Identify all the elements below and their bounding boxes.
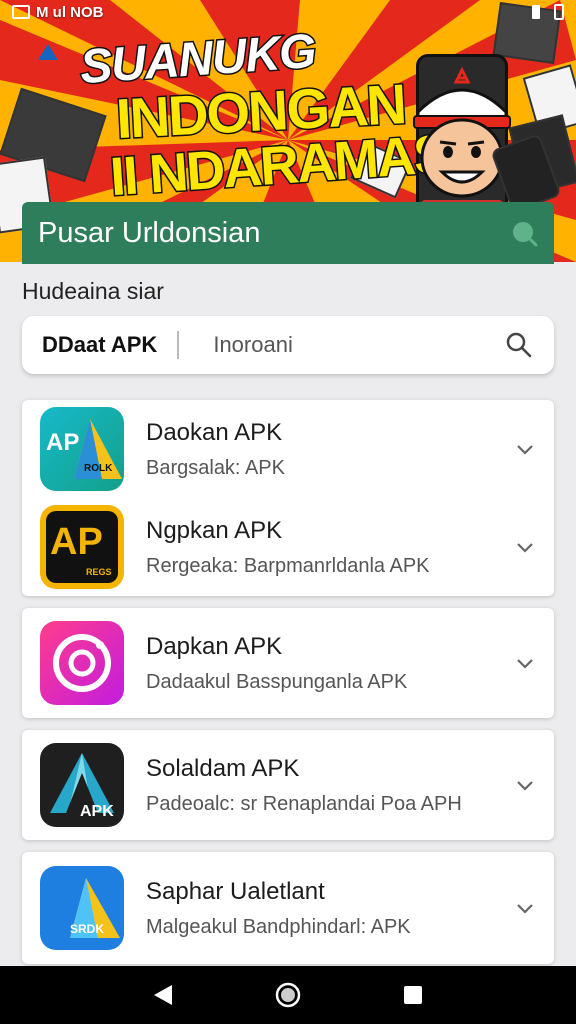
search-category-selector[interactable]: DDaat APK (42, 331, 180, 359)
app-icon-text: AP (46, 429, 80, 456)
app-icon: APK (40, 743, 124, 827)
chevron-down-icon[interactable] (514, 536, 536, 558)
chevron-down-icon[interactable] (514, 897, 536, 919)
recents-button[interactable] (398, 980, 428, 1010)
battery-icon (554, 4, 564, 20)
mascot-character (410, 66, 514, 210)
home-button[interactable] (273, 980, 303, 1010)
app-description: Padeoalc: sr Renaplandai Poa APH (146, 792, 462, 815)
app-list-item[interactable]: Dapkan APK Dadaakul Basspunganla APK (22, 608, 554, 718)
signal-icon (532, 5, 540, 19)
app-icon: SRDK (40, 866, 124, 950)
home-icon (275, 982, 301, 1008)
section-label: Hudeaina siar (22, 278, 164, 304)
app-icon-subtext: REGS (86, 567, 112, 577)
app-description: Dadaakul Basspunganla APK (146, 670, 408, 693)
app-icon-text: APK (80, 803, 114, 820)
app-list-item[interactable]: APK Solaldam APK Padeoalc: sr Renaplanda… (22, 730, 554, 840)
app-icon-text: AP (50, 521, 103, 563)
status-bar: M ul NOB (0, 0, 576, 24)
app-list-item[interactable]: AP REGS Ngpkan APK Rergeaka: Barpmanrlda… (22, 498, 554, 596)
app-name: Dapkan APK (146, 632, 283, 660)
back-icon (153, 985, 172, 1005)
recents-icon (404, 986, 423, 1004)
app-header: Pusar Urldonsian (22, 202, 554, 264)
app-name: Saphar Ualetlant (146, 877, 325, 905)
back-button[interactable] (148, 980, 178, 1010)
app-description: Bargsalak: APK (146, 456, 285, 479)
notification-icon (12, 5, 30, 19)
apk-logo-icon (70, 878, 120, 938)
app-list-item[interactable]: AP ROLK Daokan APK Bargsalak: APK (22, 400, 554, 498)
page-title: Pusar Urldonsian (38, 216, 261, 249)
system-nav-bar (0, 966, 576, 1024)
app-list-item[interactable]: SRDK Saphar Ualetlant Malgeakul Bandphin… (22, 852, 554, 964)
chevron-down-icon[interactable] (514, 652, 536, 674)
search-icon[interactable] (510, 219, 538, 247)
search-input[interactable] (213, 332, 474, 358)
app-icon-text: SRDK (70, 922, 105, 936)
app-description: Rergeaka: Barpmanrldanla APK (146, 554, 430, 577)
app-icon-subtext: ROLK (84, 463, 113, 474)
app-name: Daokan APK (146, 418, 283, 446)
app-icon: AP REGS (40, 505, 124, 589)
app-card: Dapkan APK Dadaakul Basspunganla APK (22, 608, 554, 718)
search-bar[interactable]: DDaat APK (22, 316, 554, 374)
app-name: Ngpkan APK (146, 516, 283, 544)
chevron-down-icon[interactable] (514, 774, 536, 796)
chevron-down-icon[interactable] (514, 438, 536, 460)
search-icon[interactable] (504, 330, 534, 360)
app-card: APK Solaldam APK Padeoalc: sr Renaplanda… (22, 730, 554, 840)
camera-ring-icon (53, 634, 111, 692)
app-icon (40, 621, 124, 705)
app-name: Solaldam APK (146, 754, 300, 782)
warning-triangle-icon (38, 44, 58, 60)
app-description: Malgeakul Bandphindarl: APK (146, 915, 411, 938)
app-card: SRDK Saphar Ualetlant Malgeakul Bandphin… (22, 852, 554, 964)
status-left-text: M ul NOB (36, 3, 104, 21)
app-card: AP ROLK Daokan APK Bargsalak: APK AP REG… (22, 400, 554, 596)
app-icon: AP ROLK (40, 407, 124, 491)
